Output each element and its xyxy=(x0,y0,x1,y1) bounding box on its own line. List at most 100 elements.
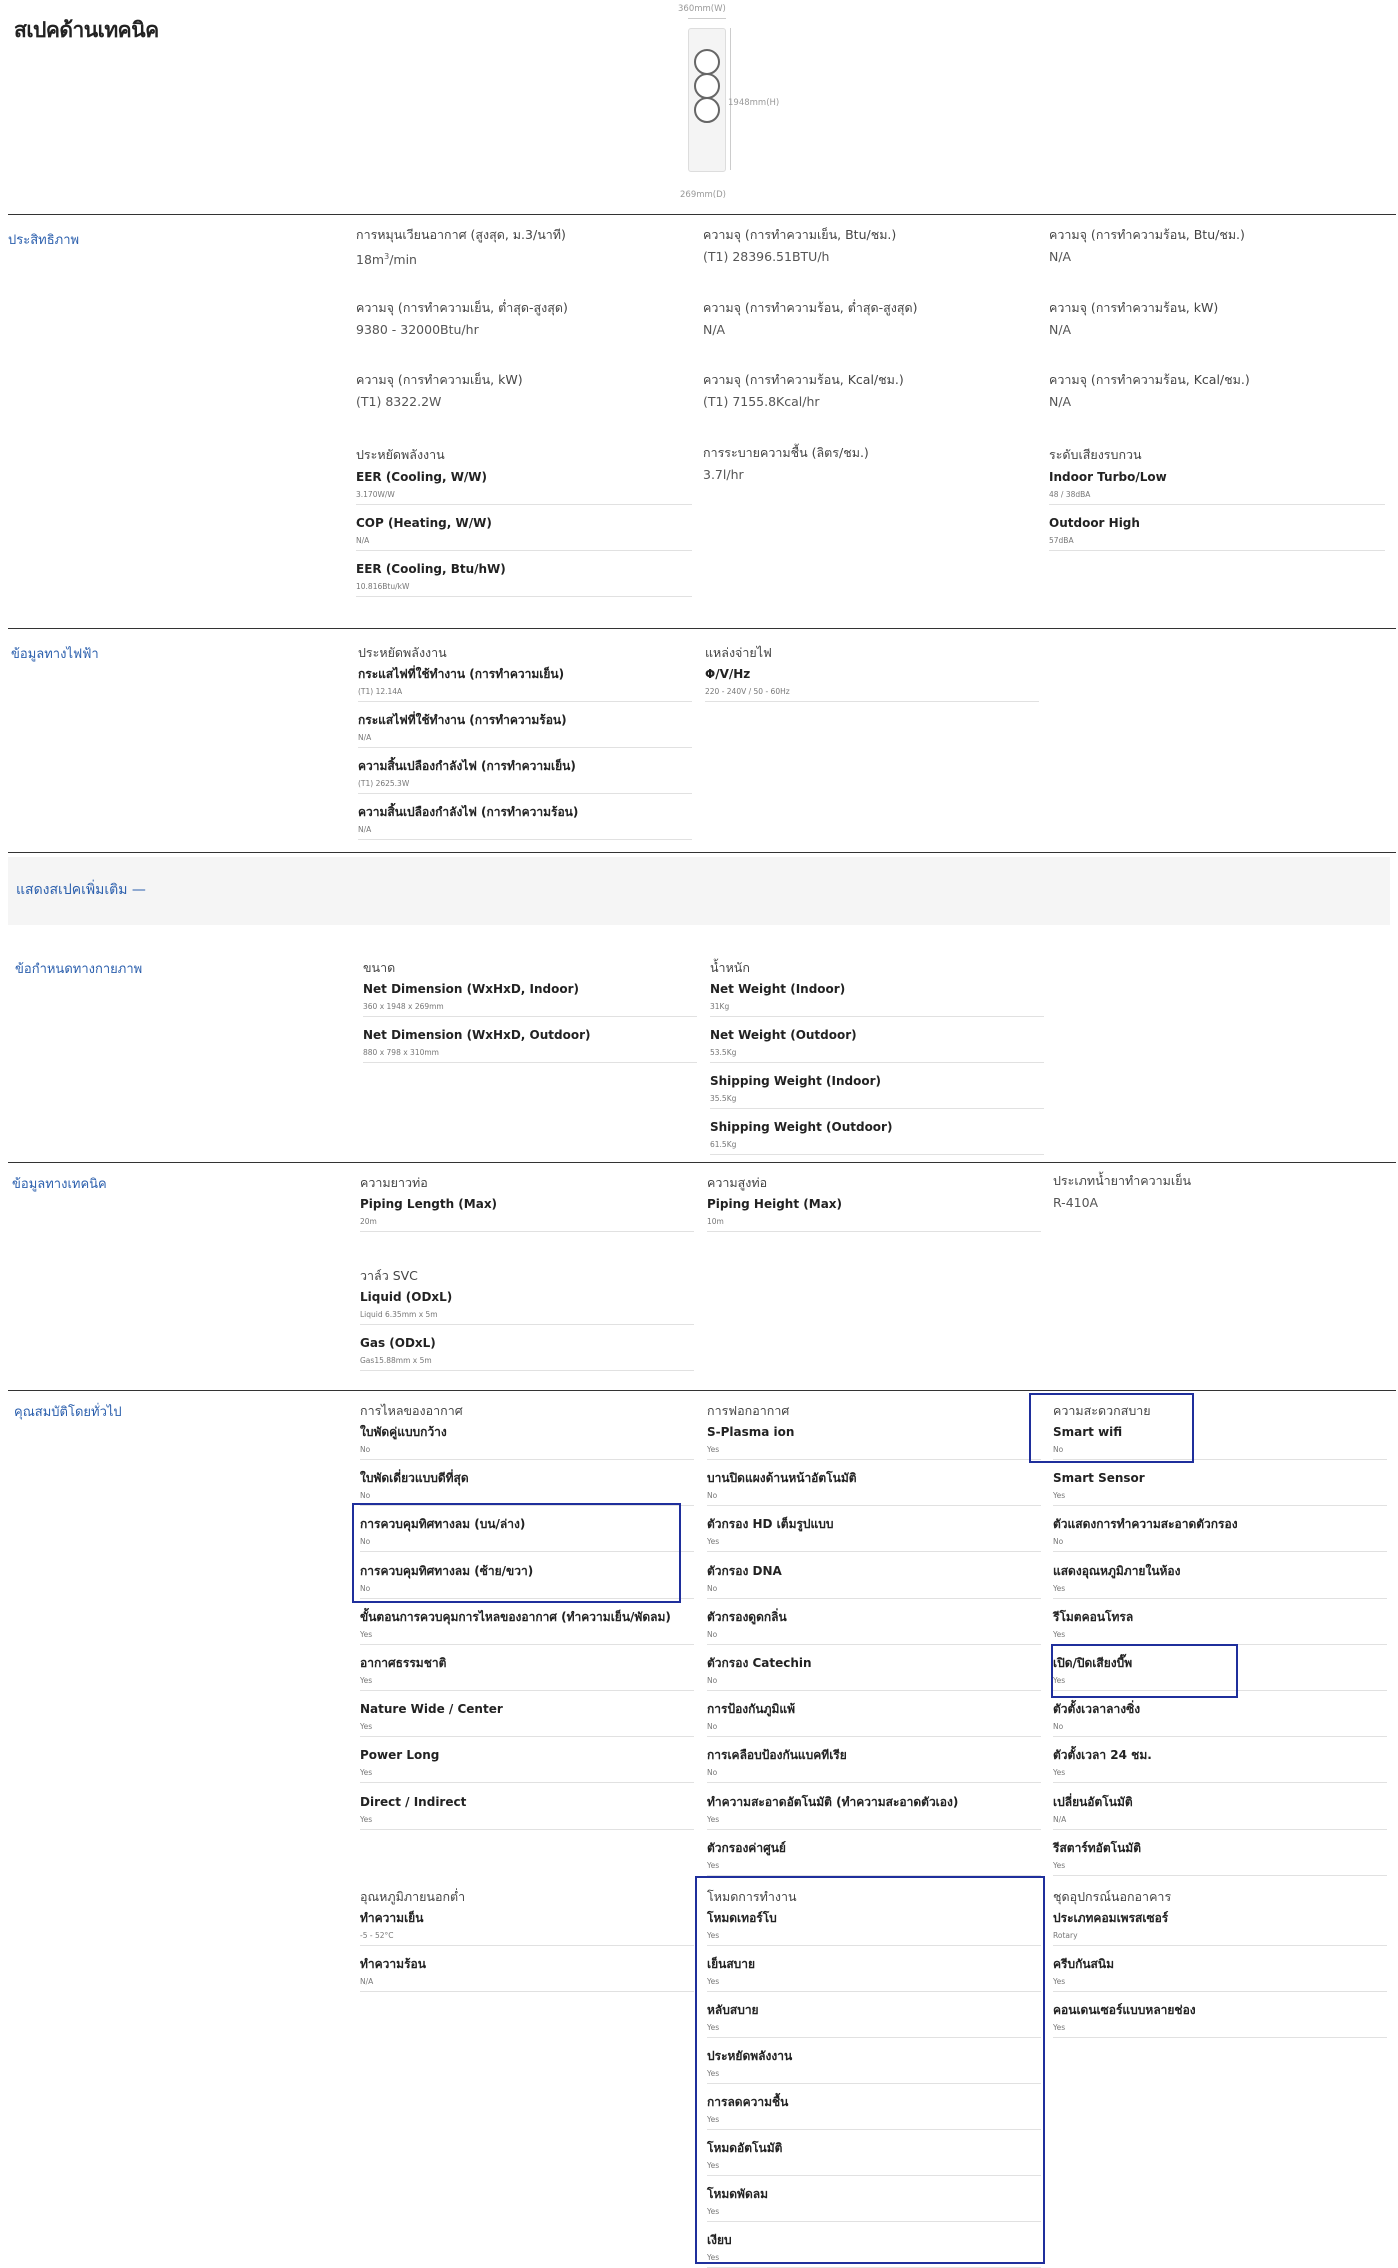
dim-height: 1948mm(H) xyxy=(728,98,780,108)
spec-cell: ความจุ (การทำความเย็น, Btu/ชม.) (T1) 2839… xyxy=(703,227,896,265)
spec-item-value: N/A xyxy=(1053,1814,1067,1824)
spec-item-title: ตัวตั้งเวลา 24 ชม. xyxy=(1053,1748,1152,1763)
refrigerant-spec: ประเภทน้ำยาทำความเย็น R-410A xyxy=(1053,1173,1191,1211)
spec-item-title: ทำความเย็น xyxy=(360,1911,424,1925)
spec-cell-title: ความจุ (การทำความเย็น, ต่ำสุด-สูงสุด) xyxy=(356,300,568,315)
section-divider xyxy=(8,214,1396,215)
spec-item-title: Gas (ODxL) xyxy=(360,1336,436,1350)
spec-item: ความสิ้นเปลืองกำลังไฟ (การทำความร้อน) N/A xyxy=(358,804,692,840)
more-specs-bar[interactable]: แสดงสเปคเพิ่มเติม — xyxy=(8,857,1390,925)
spec-item-value: No xyxy=(1053,1722,1064,1732)
spec-item: การเคลือบป้องกันแบคทีเรีย No xyxy=(707,1747,1041,1784)
spec-item-value: No xyxy=(707,1583,718,1593)
spec-cell-title: ความจุ (การทำความร้อน, kW) xyxy=(1049,300,1219,315)
group-title-energy: ประหยัดพลังงาน xyxy=(358,645,447,660)
spec-cell-title: การหมุนเวียนอากาศ (สูงสุด, ม.3/นาที) xyxy=(356,227,566,242)
spec-item: Net Weight (Indoor) 31Kg xyxy=(710,981,1044,1017)
spec-item-value: Yes xyxy=(707,1445,720,1454)
spec-item-title: EER (Cooling, W/W) xyxy=(356,470,488,484)
spec-item-value: Yes xyxy=(360,1814,373,1824)
spec-item: ตัวกรอง DNA No xyxy=(707,1563,1041,1599)
spec-item: Net Dimension (WxHxD, Indoor) 360 x 1948 … xyxy=(363,981,697,1017)
spec-item-value: Yes xyxy=(1053,2023,1066,2032)
spec-item-title: Shipping Weight (Indoor) xyxy=(710,1074,881,1088)
group-title-power: แหล่งจ่ายไฟ xyxy=(705,645,772,660)
spec-item: EER (Cooling, Btu/hW) 10.816Btu/kW xyxy=(356,561,692,597)
spec-item-value: Liquid 6.35mm x 5m xyxy=(360,1310,438,1319)
spec-cell-value: N/A xyxy=(703,322,726,337)
spec-cell-title: ความจุ (การทำความเย็น, Btu/ชม.) xyxy=(703,227,897,242)
spec-item: Piping Height (Max) 10m xyxy=(707,1196,1041,1232)
group-title-airflow: การไหลของอากาศ xyxy=(360,1403,463,1418)
spec-item-title: ตัวกรองค่าศูนย์ xyxy=(707,1840,786,1855)
spec-item-title: Direct / Indirect xyxy=(360,1794,467,1809)
vent-circle-icon xyxy=(694,49,720,75)
group-title-weight: น้ำหนัก xyxy=(710,960,750,975)
spec-item: ตัวกรอง Catechin No xyxy=(707,1655,1041,1691)
group-title-outdoor-unit: ชุดอุปกรณ์นอกอาคาร xyxy=(1053,1889,1172,1904)
more-specs-toggle[interactable]: แสดงสเปคเพิ่มเติม — xyxy=(16,879,146,901)
spec-item: ตัวกรองดูดกลิ่น No xyxy=(707,1609,1041,1645)
spec-cell-value: N/A xyxy=(1049,322,1072,337)
section-divider xyxy=(8,1162,1396,1163)
spec-item-title: บานปิดแผงด้านหน้าอัตโนมัติ xyxy=(707,1471,857,1486)
spec-item-value: Yes xyxy=(1053,1768,1066,1778)
spec-item-value: Yes xyxy=(360,1629,373,1639)
spec-item: ตัวกรองค่าศูนย์ Yes xyxy=(707,1840,1041,1876)
group-title-svc: วาล์ว SVC xyxy=(360,1268,418,1283)
refrigerant-value: R-410A xyxy=(1053,1195,1099,1210)
spec-item: ขั้นตอนการควบคุมการไหลของอากาศ (ทำความเย… xyxy=(360,1609,694,1645)
spec-item-title: ขั้นตอนการควบคุมการไหลของอากาศ (ทำความเย… xyxy=(360,1609,671,1624)
spec-item-title: การป้องกันภูมิแพ้ xyxy=(707,1702,796,1717)
spec-item-value: 10m xyxy=(707,1217,724,1226)
spec-item-value: N/A xyxy=(356,536,370,545)
spec-cell-value: 18m3/min xyxy=(356,252,417,268)
spec-item: คอนเดนเซอร์แบบหลายช่อง Yes xyxy=(1053,2002,1387,2038)
spec-item-value: -5 - 52°C xyxy=(360,1931,394,1940)
spec-cell: การระบายความชื้น (ลิตร/ชม.) 3.7l/hr xyxy=(703,445,869,483)
spec-cell-value: N/A xyxy=(1049,394,1072,409)
spec-item-title: Indoor Turbo/Low xyxy=(1049,470,1167,484)
group-title-low-ambient: อุณหภูมิภายนอกต่ำ xyxy=(360,1889,466,1904)
spec-item: ตัวตั้งเวลา 24 ชม. Yes xyxy=(1053,1747,1387,1784)
spec-item: Φ/V/Hz 220 - 240V / 50 - 60Hz xyxy=(705,666,1039,702)
spec-item-value: No xyxy=(707,1491,718,1501)
spec-item-title: Nature Wide / Center xyxy=(360,1702,503,1717)
spec-item: Power Long Yes xyxy=(360,1747,694,1784)
spec-item-value: Yes xyxy=(707,1860,720,1870)
highlight-box-operation-mode xyxy=(695,1876,1045,2264)
spec-item: การป้องกันภูมิแพ้ No xyxy=(707,1701,1041,1738)
spec-item: ทำความสะอาดอัตโนมัติ (ทำความสะอาดตัวเอง)… xyxy=(707,1794,1041,1830)
spec-item-title: Smart Sensor xyxy=(1053,1471,1145,1486)
spec-item-value: No xyxy=(360,1445,371,1454)
spec-item: เปลี่ยนอัตโนมัติ N/A xyxy=(1053,1794,1387,1830)
spec-item: Smart Sensor Yes xyxy=(1053,1470,1387,1507)
section-divider xyxy=(8,1390,1396,1391)
spec-item: EER (Cooling, W/W) 3.170W/W xyxy=(356,469,692,505)
spec-item: ทำความเย็น -5 - 52°C xyxy=(360,1910,694,1946)
spec-cell-title: ความจุ (การทำความร้อน, Btu/ชม.) xyxy=(1049,227,1245,242)
spec-item-title: ตัวกรอง HD เต็มรูปแบบ xyxy=(707,1517,834,1532)
spec-item-value: 61.5Kg xyxy=(710,1140,737,1149)
spec-item-value: 10.816Btu/kW xyxy=(356,582,410,591)
spec-cell: ความจุ (การทำความร้อน, Kcal/ชม.) (T1) 715… xyxy=(703,372,904,410)
product-unit-drawing xyxy=(688,28,726,172)
spec-item-value: Yes xyxy=(1053,1583,1066,1593)
spec-cell-value: (T1) 7155.8Kcal/hr xyxy=(703,394,820,409)
spec-item-title: Piping Height (Max) xyxy=(707,1197,843,1211)
spec-item: Net Dimension (WxHxD, Outdoor) 880 x 798 … xyxy=(363,1027,697,1063)
spec-cell: ความจุ (การทำความร้อน, kW) N/A xyxy=(1049,300,1218,338)
spec-item: ความสิ้นเปลืองกำลังไฟ (การทำความเย็น) (T1… xyxy=(358,758,692,794)
spec-item: ตัวกรอง HD เต็มรูปแบบ Yes xyxy=(707,1516,1041,1553)
spec-item-value: N/A xyxy=(358,825,372,834)
spec-item-value: No xyxy=(707,1722,718,1732)
spec-item: ตัวแสดงการทำความสะอาดตัวกรอง No xyxy=(1053,1516,1387,1553)
spec-item: Net Weight (Outdoor) 53.5Kg xyxy=(710,1027,1044,1063)
spec-cell: ความจุ (การทำความร้อน, ต่ำสุด-สูงสุด) N/A xyxy=(703,300,917,338)
spec-cell: การหมุนเวียนอากาศ (สูงสุด, ม.3/นาที) 18m3… xyxy=(356,227,566,268)
section-label-electrical: ข้อมูลทางไฟฟ้า xyxy=(11,647,99,662)
spec-item-title: Piping Length (Max) xyxy=(360,1197,498,1211)
spec-item-title: COP (Heating, W/W) xyxy=(356,516,492,530)
spec-item-title: อากาศธรรมชาติ xyxy=(360,1656,447,1670)
spec-item-title: ใบพัดคู่แบบกว้าง xyxy=(360,1425,447,1439)
